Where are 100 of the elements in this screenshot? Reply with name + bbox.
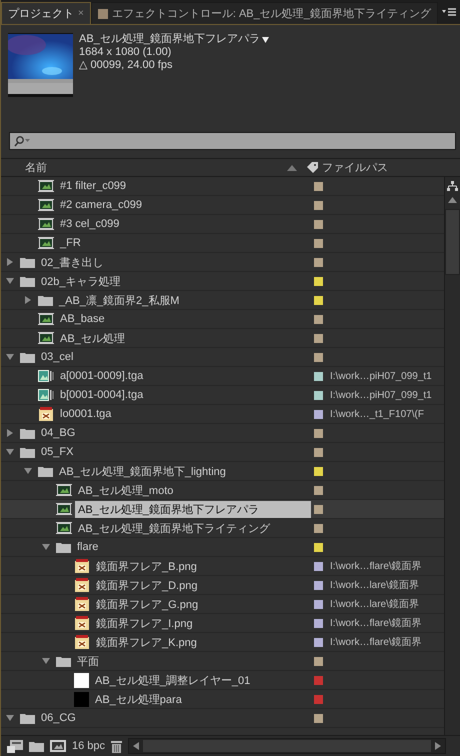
project-item[interactable]: AB_セル処理para [1,690,444,709]
folder-icon [56,656,71,666]
column-header[interactable]: ファイルパス [322,160,388,175]
label-color-chip[interactable] [314,676,323,684]
label-color-chip[interactable] [314,562,323,570]
label-color-chip[interactable] [314,600,323,608]
composition-icon [38,218,54,230]
label-color-chip[interactable] [314,448,323,456]
item-name: AB_セル処理_鏡面界地下_lighting [58,464,227,480]
label-color-chip[interactable] [314,372,323,380]
expand-arrow-icon[interactable] [42,543,50,551]
project-item[interactable]: a[0001-0009].tga I:\work…piH07_099_t1 [1,367,444,386]
item-name: a[0001-0009].tga [59,369,144,383]
project-item[interactable]: #2 camera_c099 [1,196,444,215]
image-sequence-icon [38,388,54,402]
project-item[interactable]: #3 cel_c099 [1,215,444,234]
expand-arrow-icon[interactable] [6,429,14,437]
panel-tab[interactable]: プロジェクト × [1,2,91,24]
label-color-chip[interactable] [314,334,323,342]
label-color-chip[interactable] [314,524,323,532]
item-name: 06_CG [40,711,77,725]
expand-arrow-icon[interactable] [6,714,14,722]
scroll-up-icon[interactable] [448,197,457,203]
project-item[interactable]: #1 filter_c099 [1,177,444,196]
label-color-chip[interactable] [314,182,323,190]
scroll-right-icon[interactable] [435,742,441,750]
sort-arrow-icon[interactable] [287,164,297,170]
project-item[interactable]: 鏡面界フレア_I.png I:\work…flare\鏡面界 [1,614,444,633]
scrollbar-thumb[interactable] [445,209,460,275]
label-color-chip[interactable] [314,486,323,494]
project-item[interactable]: AB_セル処理_鏡面界地下フレアパラ [1,500,444,519]
composition-info: 1684 x 1080 (1.00) [79,46,172,59]
folder-icon [20,352,35,362]
scroll-left-icon[interactable] [133,742,140,750]
item-name: #3 cel_c099 [59,217,120,231]
horizontal-scrollbar[interactable] [128,738,446,754]
project-item[interactable]: lo0001.tga I:\work…_t1_F107\(F [1,405,444,424]
close-button[interactable]: × [78,8,84,19]
panel-tab[interactable]: エフェクトコントロール: AB_セル処理_鏡面界地下ライティング [90,2,438,24]
label-color-chip[interactable] [314,656,323,666]
column-header[interactable]: 名前 [1,160,287,175]
project-item[interactable]: _FR [1,234,444,253]
project-item[interactable]: 鏡面界フレア_K.png I:\work…flare\鏡面界 [1,633,444,652]
label-color-chip[interactable] [314,714,323,722]
label-color-chip[interactable] [314,276,323,286]
project-item[interactable]: AB_セル処理_鏡面界地下ライティング [1,519,444,538]
label-color-chip[interactable] [314,694,323,704]
expand-arrow-icon[interactable] [24,467,32,475]
label-color-chip[interactable] [314,296,323,304]
composition-icon [38,199,54,211]
interpret-footage-icon[interactable] [7,740,23,752]
label-color-chip[interactable] [314,220,323,228]
project-item[interactable]: AB_セル処理_調整レイヤー_01 [1,671,444,690]
folder-icon[interactable] [29,740,44,752]
image-file-icon [38,406,54,422]
label-color-chip[interactable] [314,314,323,324]
item-name: _AB_凛_鏡面界2_私服M [58,294,180,308]
label-color-chip[interactable] [314,390,323,400]
trash-icon[interactable] [111,740,122,752]
composition-icon[interactable] [50,740,66,752]
search-field[interactable] [9,132,456,150]
expand-arrow-icon[interactable] [6,258,14,266]
item-name: AB_base [59,312,106,326]
label-color-chip[interactable] [314,618,323,628]
label-color-chip[interactable] [314,200,323,210]
project-item[interactable]: AB_セル処理 [1,329,444,348]
panel-menu-icon[interactable] [442,8,456,18]
composition-name: AB_セル処理_鏡面界地下フレアパラ [79,33,260,46]
flowchart-icon[interactable] [447,181,458,191]
label-color-chip[interactable] [314,352,323,362]
dropdown-caret-icon[interactable] [262,36,269,42]
item-name: _FR [58,236,82,250]
label-color-chip[interactable] [314,258,323,266]
expand-arrow-icon[interactable] [6,353,14,361]
item-name: AB_セル処理_調整レイヤー_01 [94,674,252,688]
composition-icon [38,180,54,192]
expand-arrow-icon[interactable] [24,296,32,304]
label-color-chip[interactable] [314,410,323,418]
label-color-chip[interactable] [314,238,323,248]
label-color-chip[interactable] [314,466,323,476]
label-color-chip[interactable] [314,542,323,552]
project-item[interactable]: AB_base [1,310,444,329]
label-color-chip[interactable] [314,428,323,438]
item-name: 鏡面界フレア_K.png [95,636,198,650]
item-name: AB_セル処理para [94,692,183,708]
project-item[interactable]: 鏡面界フレア_D.png I:\work…lare\鏡面界 [1,576,444,595]
item-name: b[0001-0004].tga [59,388,144,402]
project-item[interactable]: 鏡面界フレア_B.png I:\work…flare\鏡面界 [1,557,444,576]
expand-arrow-icon[interactable] [6,448,14,456]
expand-arrow-icon[interactable] [42,657,50,665]
project-item[interactable]: b[0001-0004].tga I:\work…piH07_099_t1 [1,386,444,405]
color-depth-button[interactable]: 16 bpc [72,740,106,752]
project-item[interactable]: 鏡面界フレア_G.png I:\work…lare\鏡面界 [1,595,444,614]
label-color-chip[interactable] [314,638,323,646]
label-color-chip[interactable] [314,504,323,514]
project-item[interactable]: AB_セル処理_moto [1,481,444,500]
label-color-chip[interactable] [314,580,323,590]
file-path: I:\work…piH07_099_t1 [330,370,432,382]
expand-arrow-icon[interactable] [6,277,14,285]
item-name: AB_セル処理_moto [77,484,174,498]
